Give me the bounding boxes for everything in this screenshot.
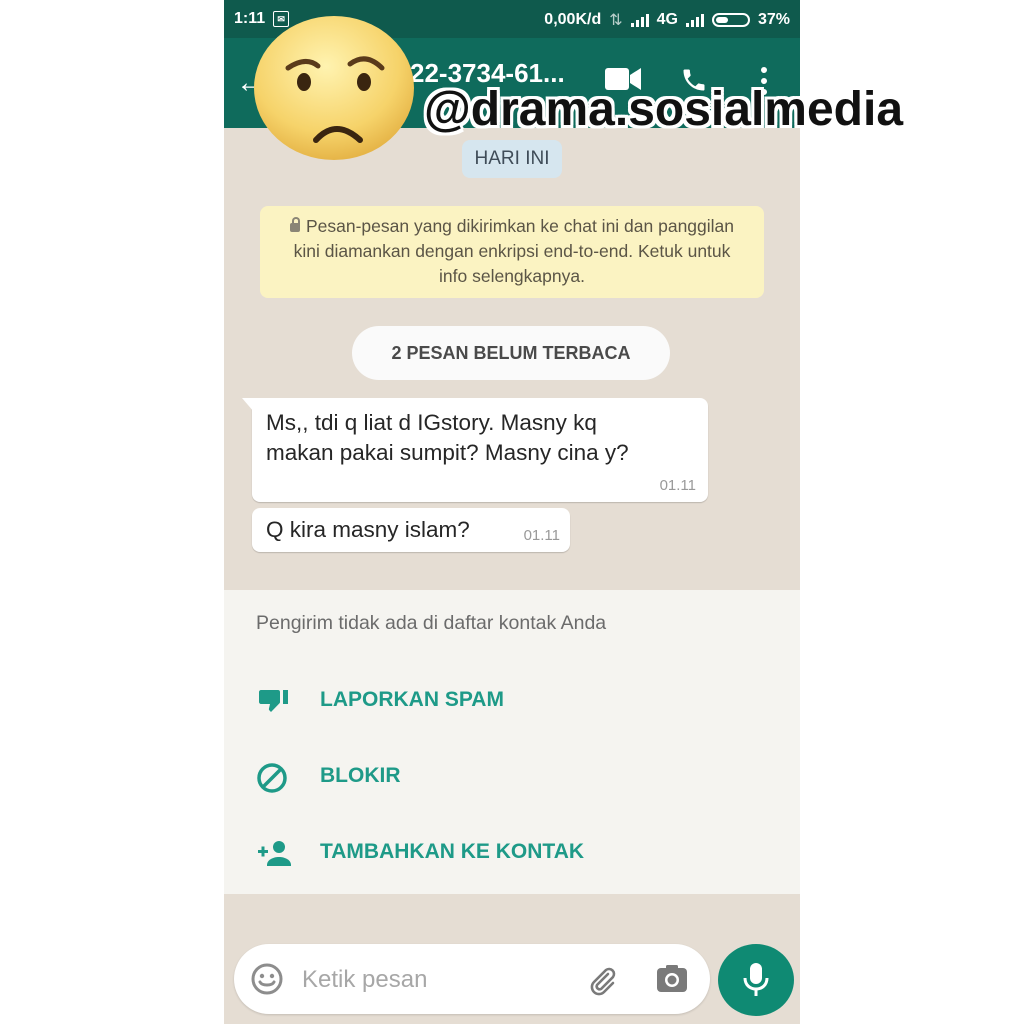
thumbs-down-icon	[259, 690, 288, 712]
message-text: Ms,, tdi q liat d IGstory. Masny kq maka…	[266, 408, 629, 468]
mic-icon	[743, 963, 769, 996]
net-speed: 0,00K/d	[544, 11, 602, 28]
add-contact-label: TAMBAHKAN KE KONTAK	[320, 840, 585, 863]
incoming-message[interactable]: Ms,, tdi q liat d IGstory. Masny kq maka…	[242, 398, 708, 502]
watermark-text: @drama.sosialmedia	[424, 83, 904, 136]
unknown-sender-note: Pengirim tidak ada di daftar kontak Anda	[256, 612, 607, 634]
lock-icon	[289, 217, 300, 232]
emoji-icon[interactable]	[250, 962, 284, 996]
report-spam-button[interactable]: LAPORKAN SPAM	[256, 680, 776, 720]
block-label: BLOKIR	[320, 764, 401, 787]
attach-icon[interactable]	[586, 964, 618, 996]
mic-button[interactable]	[718, 944, 794, 1016]
encryption-text: Pesan-pesan yang dikirimkan ke chat ini …	[293, 216, 735, 286]
sad-face-sticker	[254, 16, 414, 160]
unread-banner: 2 PESAN BELUM TERBACA	[352, 326, 670, 380]
network-type: 4G	[656, 11, 678, 28]
block-icon	[257, 763, 287, 793]
encryption-notice[interactable]: Pesan-pesan yang dikirimkan ke chat ini …	[260, 206, 764, 298]
report-spam-label: LAPORKAN SPAM	[320, 688, 504, 711]
date-chip: HARI INI	[462, 140, 562, 178]
battery-percent: 37%	[757, 11, 790, 28]
add-contact-button[interactable]: TAMBAHKAN KE KONTAK	[256, 832, 776, 872]
message-line: Ms,, tdi q liat d IGstory. Masny kq	[266, 410, 597, 435]
camera-icon[interactable]	[656, 964, 688, 994]
message-time: 01.11	[523, 527, 560, 544]
message-line: makan pakai sumpit? Masny cina y?	[266, 440, 629, 465]
message-line: Q kira masny islam?	[266, 517, 470, 542]
message-text: Q kira masny islam?	[266, 516, 470, 544]
message-time: 01.11	[659, 477, 696, 494]
signal-icon-2	[685, 13, 704, 27]
block-button[interactable]: BLOKIR	[256, 756, 776, 796]
message-placeholder: Ketik pesan	[302, 966, 428, 993]
signal-icon	[630, 13, 649, 27]
incoming-message[interactable]: Q kira masny islam? 01.11	[252, 508, 570, 552]
message-input[interactable]: Ketik pesan	[234, 944, 710, 1014]
battery-icon	[711, 13, 750, 27]
bubble-tail	[242, 398, 254, 412]
add-contact-icon	[258, 841, 291, 866]
data-transfer-icon: ⇅	[609, 12, 623, 29]
